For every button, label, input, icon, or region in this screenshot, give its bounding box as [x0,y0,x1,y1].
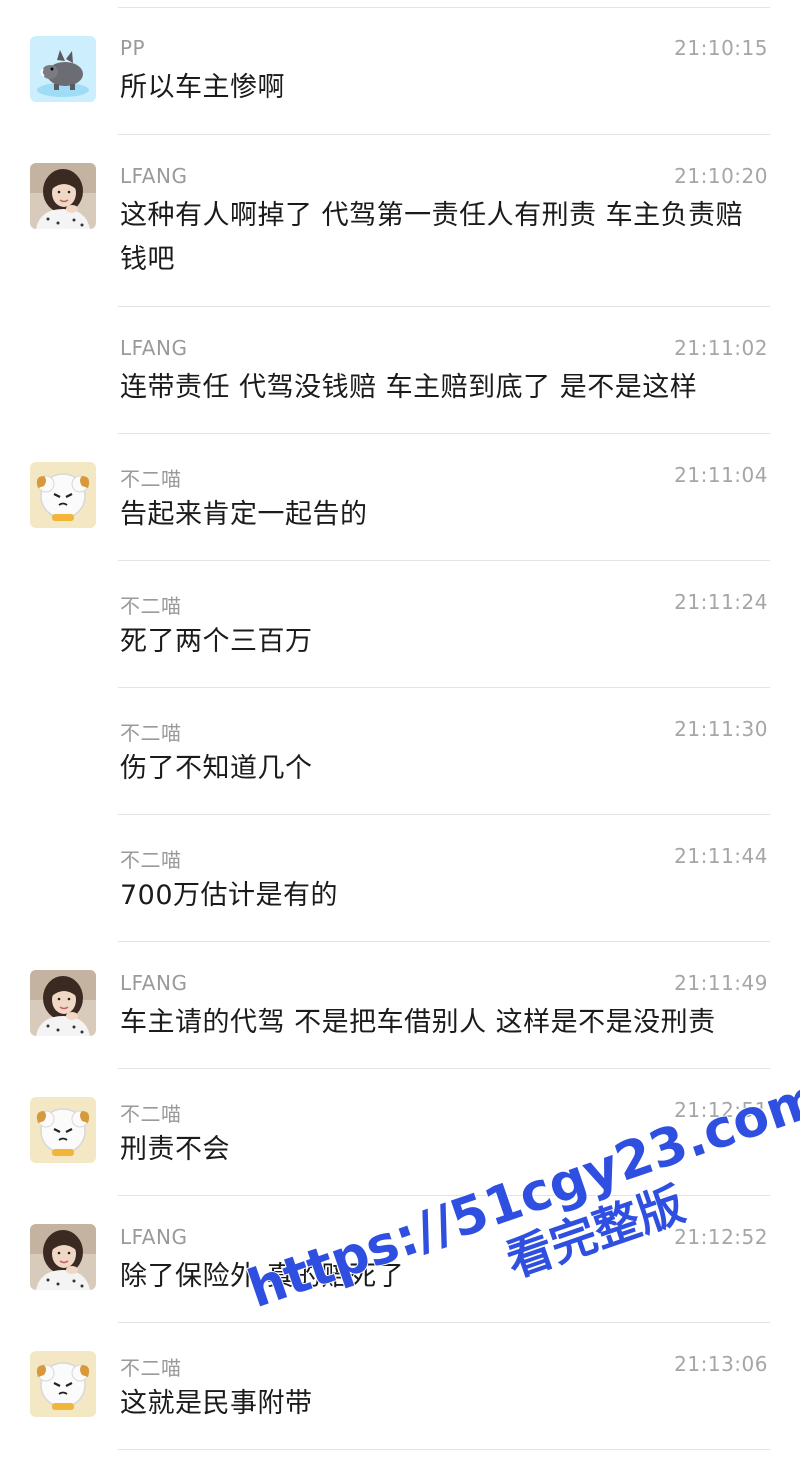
sender-name: LFANG [120,336,188,360]
girl-avatar-icon[interactable] [30,163,96,229]
message-time: 21:12:52 [674,1225,768,1249]
sender-name: 不二喵 [120,594,182,618]
sheep-icon[interactable] [30,462,96,528]
message-text: 这就是民事附带 [120,1388,313,1419]
divider [118,814,770,815]
girl-avatar-icon[interactable] [30,970,96,1036]
message-text: 伤了不知道几个 [120,753,313,784]
sender-name: LFANG [120,971,188,995]
message-text: 除了保险外 真的赔死了 [120,1261,405,1292]
message-time: 21:11:02 [674,336,768,360]
message-text: 刑责不会 [120,1134,230,1165]
divider [118,560,770,561]
message-time: 21:11:24 [674,590,768,614]
sender-name: 不二喵 [120,1356,182,1380]
divider [118,134,770,135]
chat-log: PP 21:10:15 所以车主惨啊 LFANG 21:10:20 这种有人啊掉… [0,0,800,1459]
message-text: 车主请的代驾 不是把车借别人 这样是不是没刑责 [120,1007,716,1038]
sender-name: 不二喵 [120,1102,182,1126]
message-text: 死了两个三百万 [120,626,313,657]
message-time: 21:11:30 [674,717,768,741]
sender-name: LFANG [120,164,188,188]
message-time: 21:11:04 [674,463,768,487]
divider [118,1195,770,1196]
sender-name: 不二喵 [120,467,182,491]
boar-icon[interactable] [30,36,96,102]
message-time: 21:10:15 [674,36,768,60]
message-text: 这种有人啊掉了 代驾第一责任人有刑责 车主负责赔钱吧 [120,200,744,275]
girl-avatar-icon[interactable] [30,1224,96,1290]
message-time: 21:11:44 [674,844,768,868]
message-time: 21:11:49 [674,971,768,995]
message-time: 21:10:20 [674,164,768,188]
message-text: 连带责任 代驾没钱赔 车主赔到底了 是不是这样 [120,372,698,403]
divider [118,7,770,8]
message-time: 21:13:06 [674,1352,768,1376]
divider [118,306,770,307]
sender-name: 不二喵 [120,721,182,745]
message-text: 700万估计是有的 [120,880,339,911]
divider [118,687,770,688]
message-text: 所以车主惨啊 [120,72,285,103]
message-text: 告起来肯定一起告的 [120,499,368,530]
divider [118,941,770,942]
divider [118,1449,770,1450]
message-time: 21:12:51 [674,1098,768,1122]
divider [118,433,770,434]
sender-name: PP [120,36,146,60]
sender-name: 不二喵 [120,848,182,872]
sender-name: LFANG [120,1225,188,1249]
divider [118,1068,770,1069]
divider [118,1322,770,1323]
sheep-icon[interactable] [30,1097,96,1163]
sheep-icon[interactable] [30,1351,96,1417]
